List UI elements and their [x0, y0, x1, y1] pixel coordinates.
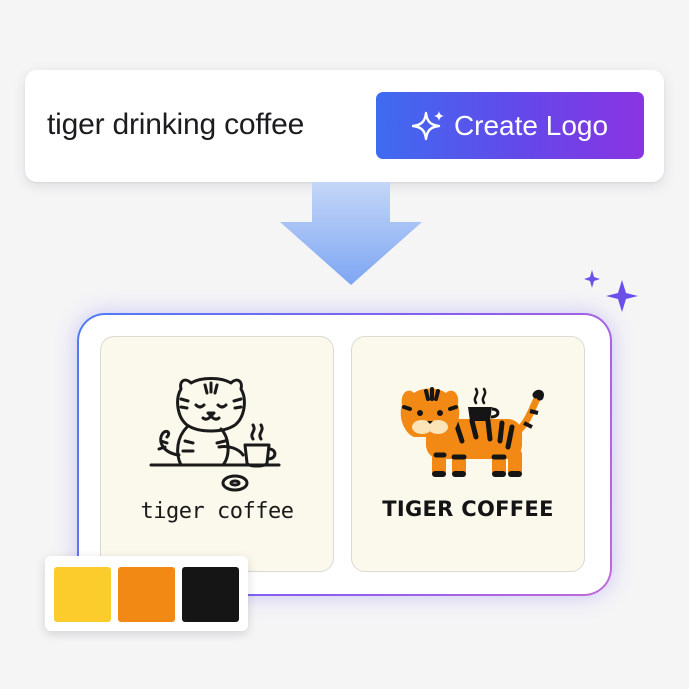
create-logo-button[interactable]: Create Logo — [376, 92, 644, 159]
walking-tiger-with-coffee-cup-icon — [400, 387, 544, 477]
tiger-with-coffee-cup-icon — [149, 377, 281, 492]
color-swatch-yellow[interactable] — [54, 567, 111, 622]
logo-caption: TIGER COFFEE — [382, 497, 554, 521]
color-swatch-orange[interactable] — [118, 567, 175, 622]
color-swatch-black[interactable] — [182, 567, 239, 622]
color-palette — [45, 556, 248, 631]
create-logo-label: Create Logo — [453, 109, 609, 141]
prompt-input[interactable]: tiger drinking coffee — [47, 108, 304, 142]
sparkle-icon — [411, 109, 446, 143]
sparkles-icon — [578, 266, 642, 319]
logo-option-2[interactable]: TIGER COFFEE — [351, 336, 585, 572]
logo-option-1[interactable]: tiger coffee — [100, 336, 334, 572]
prompt-card: tiger drinking coffee Create Logo — [25, 70, 664, 182]
logo-caption: tiger coffee — [140, 499, 294, 524]
down-arrow-icon — [278, 182, 424, 291]
